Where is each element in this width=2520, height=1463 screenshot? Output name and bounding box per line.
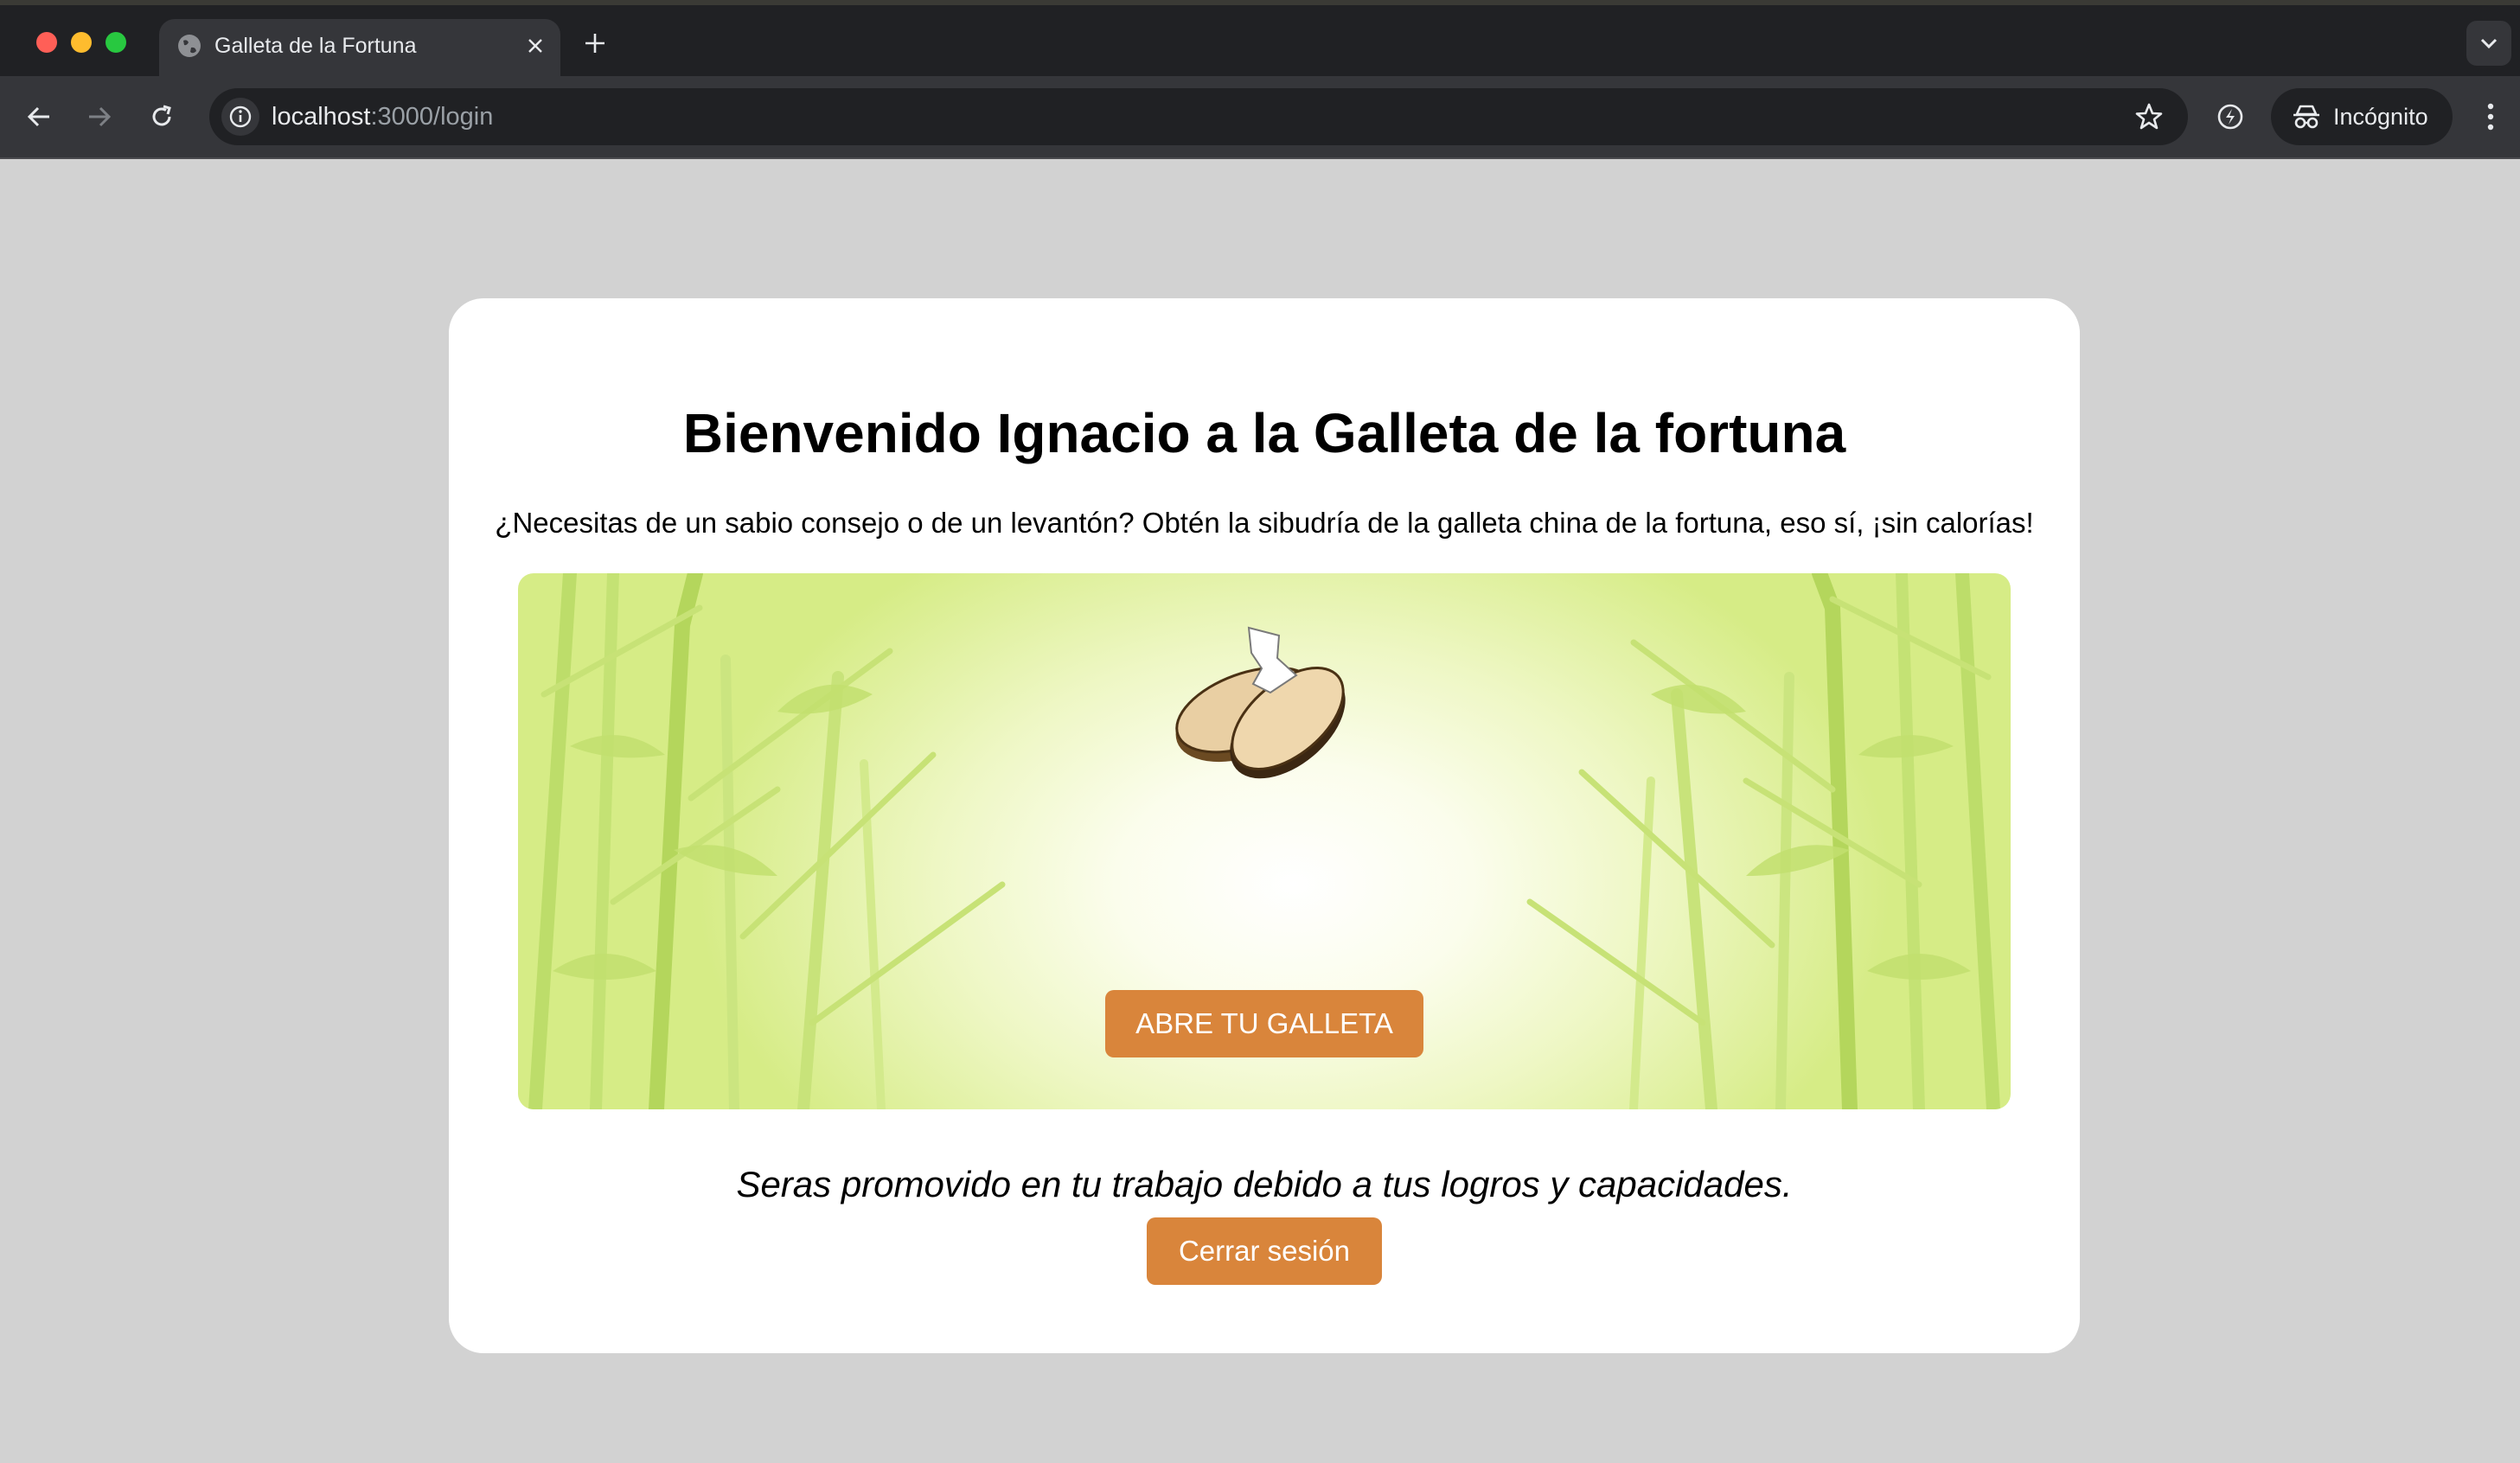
plus-icon[interactable]	[578, 26, 612, 61]
info-icon[interactable]	[221, 98, 259, 136]
fortune-cookie-image	[1175, 626, 1346, 779]
tab-title: Galleta de la Fortuna	[214, 34, 417, 58]
kebab-menu-icon[interactable]	[2473, 97, 2508, 137]
page-title: Bienvenido Ignacio a la Galleta de la fo…	[682, 402, 1846, 464]
chevron-down-icon[interactable]	[2466, 21, 2511, 66]
intro-text: ¿Necesitas de un sabio consejo o de un l…	[495, 507, 2034, 539]
browser-tab-strip: Galleta de la Fortuna	[0, 0, 2520, 76]
fortune-message: Seras promovido en tu trabajo debido a t…	[736, 1164, 1793, 1204]
maximize-window-button[interactable]	[106, 32, 126, 53]
back-arrow-icon[interactable]	[19, 97, 59, 137]
incognito-profile-button[interactable]: Incógnito	[2271, 88, 2453, 145]
forward-arrow-icon[interactable]	[80, 97, 119, 137]
close-icon[interactable]	[521, 31, 550, 61]
address-bar[interactable]: localhost:3000/login	[209, 88, 2188, 145]
open-cookie-button[interactable]: ABRE TU GALLETA	[1105, 990, 1423, 1057]
window-rim	[0, 0, 2520, 5]
minimize-window-button[interactable]	[71, 32, 92, 53]
extension-icon[interactable]	[2210, 97, 2250, 137]
close-window-button[interactable]	[36, 32, 57, 53]
fortune-card: Bienvenido Ignacio a la Galleta de la fo…	[449, 298, 2080, 1353]
url-text: localhost:3000/login	[272, 103, 494, 131]
logout-button[interactable]: Cerrar sesión	[1147, 1217, 1382, 1285]
browser-tab[interactable]: Galleta de la Fortuna	[159, 19, 560, 76]
incognito-icon	[2293, 105, 2319, 129]
incognito-label: Incógnito	[2333, 103, 2428, 130]
browser-toolbar: localhost:3000/login Incógnito	[0, 76, 2520, 159]
reload-icon[interactable]	[142, 97, 182, 137]
star-icon[interactable]	[2133, 100, 2165, 133]
globe-icon	[178, 35, 201, 57]
